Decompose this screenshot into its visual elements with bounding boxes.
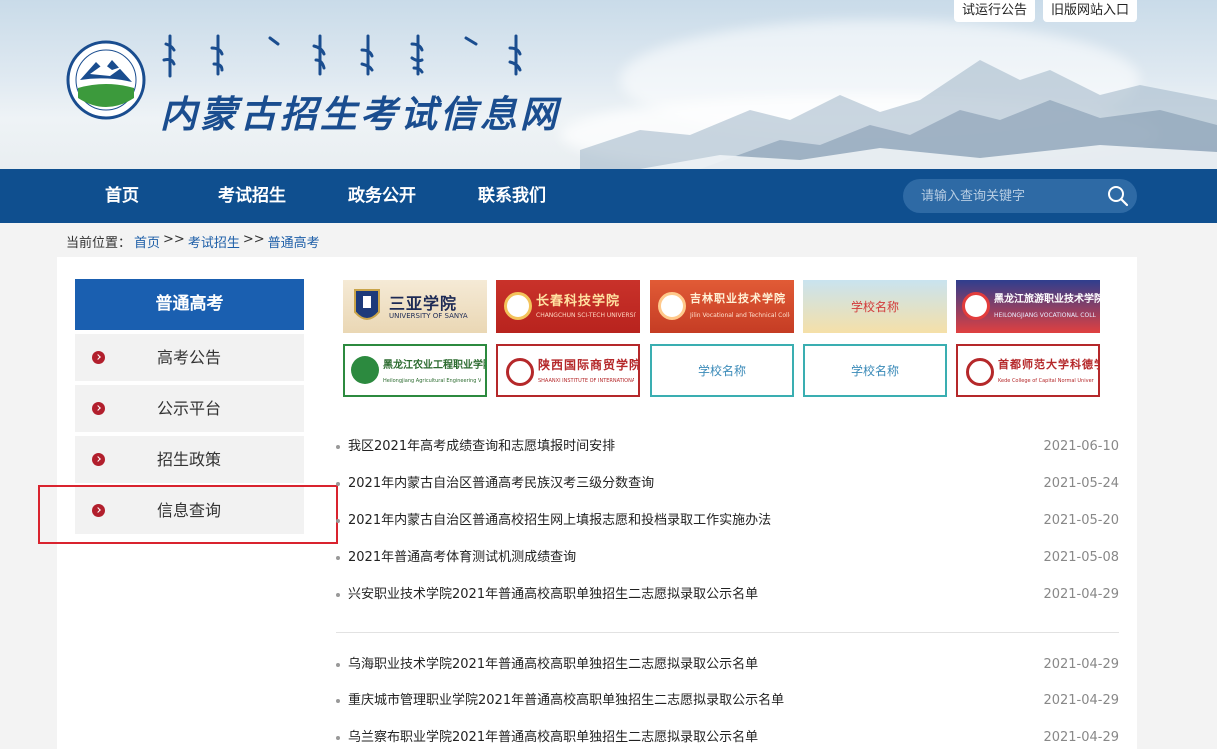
news-divider [336,632,1119,633]
bullet-arrow-icon [92,351,105,364]
school-card-placeholder[interactable]: 学校名称 [803,280,947,333]
school-card-kede[interactable]: 首都师范大学科德学院 Kede College of Capital Norma… [956,344,1100,397]
mongolian-script-title [162,34,522,78]
sidebar-item-label: 招生政策 [157,450,222,469]
news-title: 2021年内蒙古自治区普通高考民族汉考三级分数查询 [348,476,655,491]
news-title: 乌海职业技术学院2021年普通高校高职单独招生二志愿拟录取公示名单 [348,657,759,672]
news-item[interactable]: 2021年普通高考体育测试机测成绩查询 2021-05-08 [336,539,1119,576]
nav-item-home[interactable]: 首页 [105,169,139,223]
news-date: 2021-04-29 [1043,693,1119,708]
school-name: 学校名称 [697,364,746,378]
search-box [903,179,1137,213]
school-emblem-icon [962,292,990,320]
news-date: 2021-06-10 [1043,439,1119,454]
bullet-arrow-icon [92,453,105,466]
news-item[interactable]: 乌海职业技术学院2021年普通高校高职单独招生二志愿拟录取公示名单 2021-0… [336,646,1119,683]
school-name: 长春科技学院 [536,294,621,309]
school-name: 学校名称 [850,364,899,378]
news-title: 兴安职业技术学院2021年普通高校高职单独招生二志愿拟录取公示名单 [348,587,759,602]
breadcrumb-current[interactable]: 普通高考 [268,232,320,251]
site-title: 内蒙古招生考试信息网 [160,92,560,136]
school-name: 三亚学院 [389,294,458,313]
news-item[interactable]: 兴安职业技术学院2021年普通高校高职单独招生二志愿拟录取公示名单 2021-0… [336,576,1119,613]
sidebar-item-label: 高考公告 [157,348,222,367]
old-site-link[interactable]: 旧版网站入口 [1042,0,1137,22]
news-date: 2021-04-29 [1043,730,1119,745]
news-item[interactable]: 重庆城市管理职业学院2021年普通高校高职单独招生二志愿拟录取公示名单 2021… [336,682,1119,719]
school-subtitle: UNIVERSITY OF SANYA [389,312,468,320]
breadcrumb: 当前位置： 首页 >> 考试招生 >> 普通高考 [66,232,320,251]
school-emblem-icon [658,292,686,320]
news-title: 2021年普通高考体育测试机测成绩查询 [348,550,577,565]
breadcrumb-exam-admission[interactable]: 考试招生 [188,232,240,251]
news-item[interactable]: 我区2021年高考成绩查询和志愿填报时间安排 2021-06-10 [336,428,1119,465]
breadcrumb-prefix: 当前位置： [66,236,132,251]
school-name: 黑龙江旅游职业技术学院 [994,294,1100,305]
news-item[interactable]: 乌兰察布职业学院2021年普通高校高职单独招生二志愿拟录取公示名单 2021-0… [336,719,1119,749]
school-card-placeholder[interactable]: 学校名称 [803,344,947,397]
site-logo[interactable] [66,40,146,120]
school-subtitle: CHANGCHUN SCI-TECH UNIVERSITY [536,312,636,319]
school-subtitle: Heilongjiang Agricultural Engineering Vo… [383,378,481,384]
search-input[interactable] [921,179,1101,213]
sidebar-item-gaokao-notice[interactable]: 高考公告 [75,334,304,381]
school-emblem-icon [351,356,379,384]
news-date: 2021-04-29 [1043,587,1119,602]
news-date: 2021-04-29 [1043,657,1119,672]
school-subtitle: HEILONGJIANG VOCATIONAL COLLEGE OF TOURI… [994,312,1096,319]
breadcrumb-separator: >> [163,232,185,247]
school-emblem-icon [354,289,380,320]
school-name: 陕西国际商贸学院 [538,358,640,372]
news-title: 重庆城市管理职业学院2021年普通高校高职单独招生二志愿拟录取公示名单 [348,693,785,708]
school-emblem-icon [966,358,994,386]
news-title: 2021年内蒙古自治区普通高校招生网上填报志愿和投档录取工作实施办法 [348,513,772,528]
sidebar-item-label: 公示平台 [157,399,222,418]
school-card-heilongjiang-agri[interactable]: 黑龙江农业工程职业学院 Heilongjiang Agricultural En… [343,344,487,397]
nav-item-government-affairs[interactable]: 政务公开 [348,169,416,223]
nav-item-exam-admission[interactable]: 考试招生 [218,169,286,223]
school-name: 学校名称 [850,300,899,314]
school-name: 吉林职业技术学院 [690,292,786,305]
search-icon[interactable] [1107,185,1129,207]
sidebar-item-publicity-platform[interactable]: 公示平台 [75,385,304,432]
school-subtitle: Jilin Vocational and Technical College [690,312,790,319]
main-nav: 首页 考试招生 政务公开 联系我们 [0,169,1217,223]
news-item[interactable]: 2021年内蒙古自治区普通高考民族汉考三级分数查询 2021-05-24 [336,465,1119,502]
school-card-placeholder[interactable]: 学校名称 [650,344,794,397]
sidebar-item-admission-policy[interactable]: 招生政策 [75,436,304,483]
school-emblem-icon [506,358,534,386]
trial-notice-link[interactable]: 试运行公告 [953,0,1035,22]
top-links: 试运行公告 旧版网站入口 [953,0,1137,22]
school-card-heilongjiang-tourism[interactable]: 黑龙江旅游职业技术学院 HEILONGJIANG VOCATIONAL COLL… [956,280,1100,333]
site-header: 试运行公告 旧版网站入口 内蒙古招生考试信息网 [0,0,1217,169]
school-card-changchun[interactable]: 长春科技学院 CHANGCHUN SCI-TECH UNIVERSITY [496,280,640,333]
news-date: 2021-05-20 [1043,513,1119,528]
school-subtitle: SHAANXI INSTITUTE OF INTERNATIONAL TRADE… [538,378,634,384]
school-emblem-icon [504,292,532,320]
news-title: 我区2021年高考成绩查询和志愿填报时间安排 [348,439,616,454]
school-card-sanya[interactable]: 三亚学院 UNIVERSITY OF SANYA [343,280,487,333]
news-title: 乌兰察布职业学院2021年普通高校高职单独招生二志愿拟录取公示名单 [348,730,759,745]
nav-item-contact-us[interactable]: 联系我们 [478,169,546,223]
news-date: 2021-05-24 [1043,476,1119,491]
school-card-jilin[interactable]: 吉林职业技术学院 Jilin Vocational and Technical … [650,280,794,333]
news-item[interactable]: 2021年内蒙古自治区普通高校招生网上填报志愿和投档录取工作实施办法 2021-… [336,502,1119,539]
school-subtitle: Kede College of Capital Normal Universit… [998,378,1094,384]
school-name: 首都师范大学科德学院 [998,358,1098,371]
school-name: 黑龙江农业工程职业学院 [383,360,487,371]
breadcrumb-separator: >> [242,232,265,247]
mountain-landscape [580,60,1217,169]
sidebar-title: 普通高考 [75,279,304,330]
bullet-arrow-icon [92,402,105,415]
breadcrumb-home[interactable]: 首页 [134,232,160,251]
highlight-box [38,485,338,544]
news-date: 2021-05-08 [1043,550,1119,565]
school-card-shaanxi[interactable]: 陕西国际商贸学院 SHAANXI INSTITUTE OF INTERNATIO… [496,344,640,397]
